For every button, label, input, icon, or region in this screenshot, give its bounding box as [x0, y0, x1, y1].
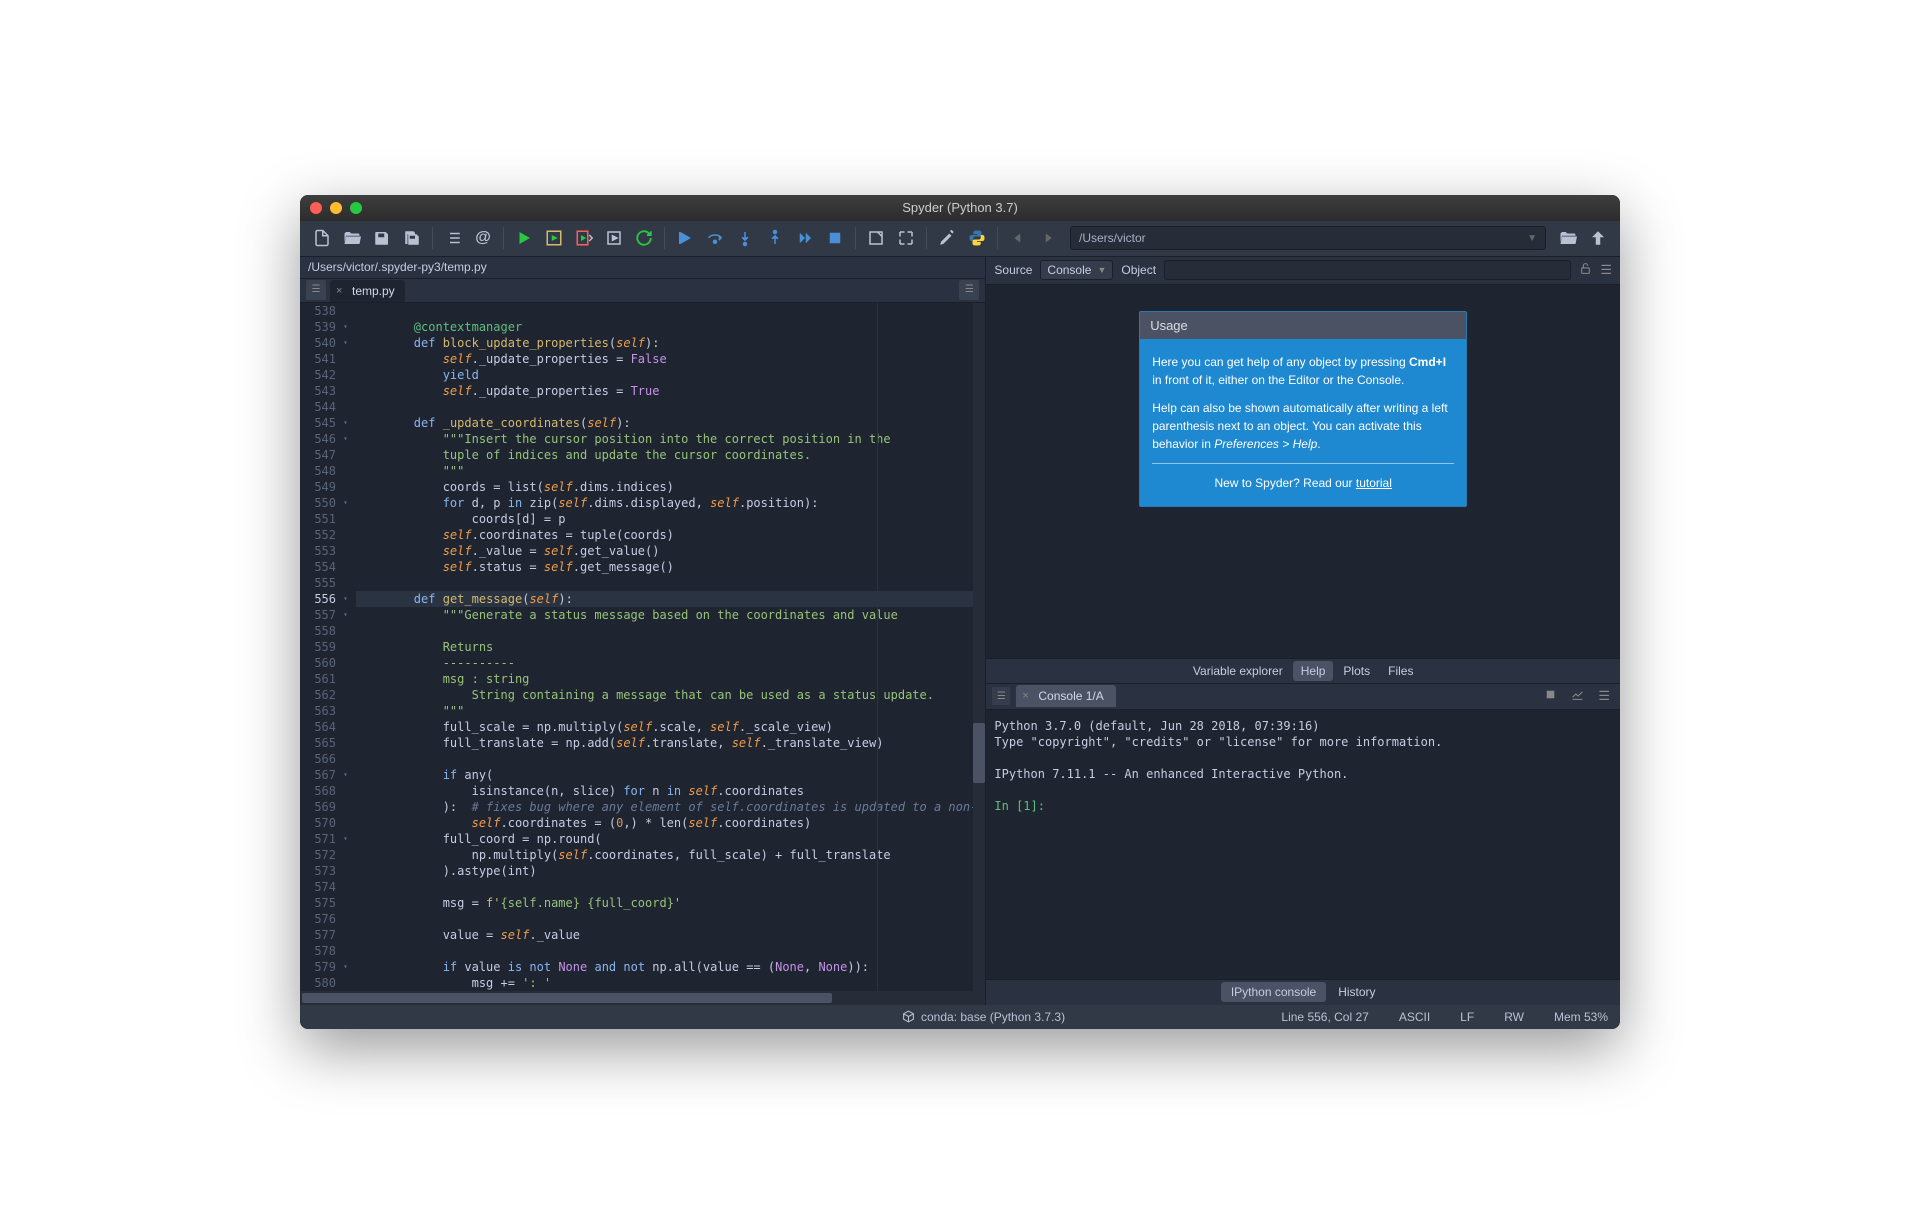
new-file-icon[interactable]	[308, 224, 336, 252]
window-close[interactable]	[310, 202, 322, 214]
forward-icon[interactable]	[1034, 224, 1062, 252]
help-panel-tabs: Variable explorer Help Plots Files	[986, 658, 1620, 684]
help-header: Source Console ▼ Object ☰	[986, 257, 1620, 285]
open-file-icon[interactable]	[338, 224, 366, 252]
run-selection-icon[interactable]	[600, 224, 628, 252]
working-dir-text: /Users/victor	[1079, 231, 1146, 245]
window-title: Spyder (Python 3.7)	[300, 200, 1620, 215]
editor-options-icon[interactable]: ☰	[959, 280, 979, 300]
outline-icon[interactable]	[439, 224, 467, 252]
step-over-icon[interactable]	[701, 224, 729, 252]
stop-debug-icon[interactable]	[821, 224, 849, 252]
status-bar: conda: base (Python 3.7.3) Line 556, Col…	[300, 1005, 1620, 1029]
status-encoding[interactable]: ASCII	[1399, 1010, 1430, 1024]
right-pane: Source Console ▼ Object ☰ Usage Here you…	[986, 257, 1620, 1005]
ipython-prompt: In [1]:	[994, 799, 1045, 813]
run-icon[interactable]	[510, 224, 538, 252]
console-tab[interactable]: × Console 1/A	[1016, 685, 1115, 707]
tutorial-link[interactable]: tutorial	[1356, 476, 1392, 490]
editor-pane: /Users/victor/.spyder-py3/temp.py ☰ × te…	[300, 257, 986, 1005]
help-body: Usage Here you can get help of any objec…	[986, 285, 1620, 658]
console-output[interactable]: Python 3.7.0 (default, Jun 28 2018, 07:3…	[986, 710, 1620, 979]
status-cursor[interactable]: Line 556, Col 27	[1281, 1010, 1368, 1024]
console-options-icon[interactable]: ☰	[1594, 688, 1614, 704]
find-symbol-icon[interactable]: @	[469, 224, 497, 252]
console-browse-tabs-icon[interactable]: ☰	[992, 687, 1010, 705]
object-label: Object	[1121, 263, 1156, 277]
main-toolbar: @ /Users/victor ▼	[300, 221, 1620, 257]
save-icon[interactable]	[368, 224, 396, 252]
console-bottom-tabs: IPython console History	[986, 979, 1620, 1005]
package-icon	[902, 1010, 915, 1023]
python-path-icon[interactable]	[963, 224, 991, 252]
lock-icon[interactable]	[1579, 262, 1592, 278]
close-tab-icon[interactable]: ×	[336, 285, 342, 297]
tab-ipython[interactable]: IPython console	[1221, 982, 1326, 1002]
clear-console-icon[interactable]	[1567, 688, 1588, 704]
tab-label: temp.py	[352, 284, 395, 298]
chevron-down-icon: ▼	[1097, 265, 1106, 275]
app-window: Spyder (Python 3.7) @ /Users/victor	[300, 195, 1620, 1029]
titlebar: Spyder (Python 3.7)	[300, 195, 1620, 221]
status-env[interactable]: conda: base (Python 3.7.3)	[902, 1010, 1065, 1024]
help-card-title: Usage	[1140, 312, 1466, 339]
save-all-icon[interactable]	[398, 224, 426, 252]
browse-dir-icon[interactable]	[1554, 224, 1582, 252]
window-zoom[interactable]	[350, 202, 362, 214]
step-out-icon[interactable]	[761, 224, 789, 252]
source-combo[interactable]: Console ▼	[1040, 260, 1113, 280]
parent-dir-icon[interactable]	[1584, 224, 1612, 252]
run-cell-advance-icon[interactable]	[570, 224, 598, 252]
console-tab-label: Console 1/A	[1038, 689, 1103, 703]
maximize-icon[interactable]	[892, 224, 920, 252]
continue-icon[interactable]	[791, 224, 819, 252]
preferences-icon[interactable]	[933, 224, 961, 252]
run-file-cell-icon[interactable]	[862, 224, 890, 252]
working-dir-input[interactable]: /Users/victor ▼	[1070, 226, 1546, 250]
editor-hscrollbar[interactable]	[300, 991, 985, 1005]
status-mem[interactable]: Mem 53%	[1554, 1010, 1608, 1024]
object-input[interactable]	[1164, 260, 1571, 280]
help-p1: Here you can get help of any object by p…	[1152, 353, 1454, 389]
close-console-tab-icon[interactable]: ×	[1022, 690, 1028, 702]
step-into-icon[interactable]	[731, 224, 759, 252]
help-footer: New to Spyder? Read our tutorial	[1152, 474, 1454, 492]
tab-plots[interactable]: Plots	[1335, 661, 1378, 681]
code-editor[interactable]: 538 539 ▾540 ▾541 542 543 544 545 ▾546 ▾…	[300, 303, 985, 991]
window-minimize[interactable]	[330, 202, 342, 214]
editor-tab[interactable]: × temp.py	[330, 280, 405, 302]
help-usage-card: Usage Here you can get help of any objec…	[1139, 311, 1467, 507]
console-pane: ☰ × Console 1/A ☰ Python 3.7.0 (default,…	[986, 684, 1620, 1005]
debug-icon[interactable]	[671, 224, 699, 252]
run-cell-icon[interactable]	[540, 224, 568, 252]
tab-history[interactable]: History	[1328, 982, 1385, 1002]
stop-kernel-icon[interactable]	[1540, 688, 1561, 704]
source-label: Source	[994, 263, 1032, 277]
console-header: ☰ × Console 1/A ☰	[986, 684, 1620, 710]
status-eol[interactable]: LF	[1460, 1010, 1474, 1024]
tab-variable-explorer[interactable]: Variable explorer	[1185, 661, 1291, 681]
editor-vscrollbar[interactable]	[973, 303, 985, 991]
status-perm[interactable]: RW	[1504, 1010, 1524, 1024]
rerun-icon[interactable]	[630, 224, 658, 252]
help-options-icon[interactable]: ☰	[1600, 262, 1612, 278]
browse-tabs-icon[interactable]: ☰	[306, 280, 326, 300]
tab-help[interactable]: Help	[1293, 661, 1334, 681]
editor-tabbar: ☰ × temp.py ☰	[300, 279, 985, 303]
back-icon[interactable]	[1004, 224, 1032, 252]
tab-files[interactable]: Files	[1380, 661, 1421, 681]
chevron-down-icon: ▼	[1527, 233, 1537, 244]
help-p2: Help can also be shown automatically aft…	[1152, 399, 1454, 453]
file-path-bar: /Users/victor/.spyder-py3/temp.py	[300, 257, 985, 279]
